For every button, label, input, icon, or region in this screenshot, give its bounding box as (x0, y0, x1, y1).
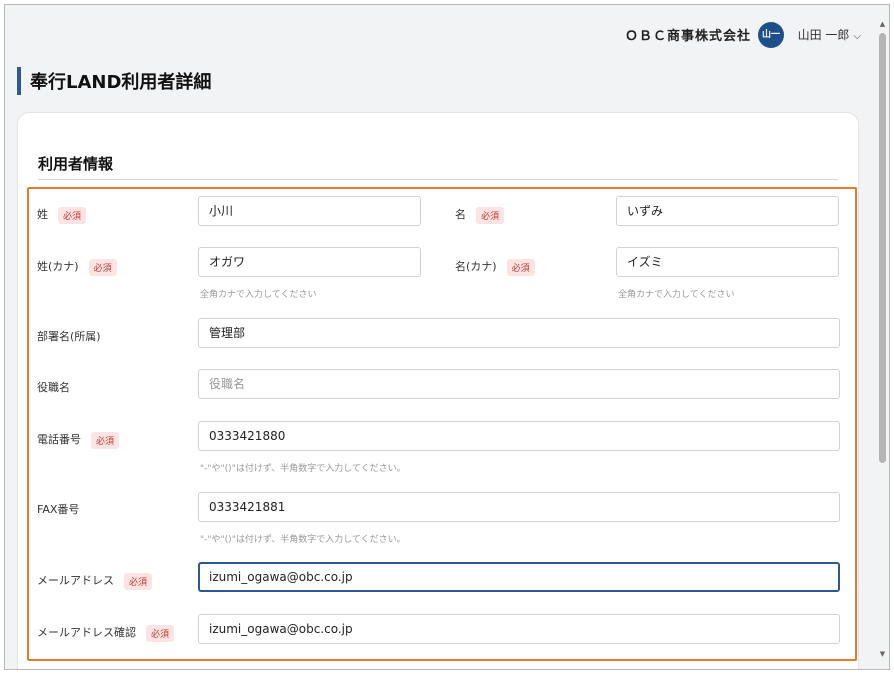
page-title: 奉行LAND利用者詳細 (30, 72, 212, 93)
phone-hint: "-"や"()"は付けず、半角数字で入力してください。 (200, 464, 406, 474)
label-text: 部署名(所属) (37, 330, 101, 343)
user-name: 山田 一郎 (797, 28, 850, 42)
email-input[interactable]: izumi_ogawa@obc.co.jp (198, 562, 840, 592)
field-label-email-confirm: メールアドレス確認 必須 (37, 624, 175, 642)
chevron-down-icon: ⌵ (853, 31, 861, 42)
label-text: 名 (455, 208, 466, 221)
label-text: 役職名 (37, 381, 70, 394)
field-label-department: 部署名(所属) (37, 328, 101, 344)
sei-kana-input[interactable]: オガワ (198, 247, 421, 277)
required-badge: 必須 (476, 206, 505, 224)
field-label-position: 役職名 (37, 379, 70, 395)
required-badge: 必須 (124, 572, 153, 590)
field-label-mei-kana: 名(カナ) 必須 (455, 258, 535, 276)
top-bar: ＯＢＣ商事株式会社 山一 山田 一郎 ⌵ (5, 19, 869, 49)
scroll-down-arrow-icon[interactable]: ▼ (878, 649, 887, 659)
required-badge: 必須 (506, 258, 535, 276)
field-label-phone: 電話番号 必須 (37, 431, 120, 449)
label-text: 姓(カナ) (37, 260, 79, 273)
user-menu[interactable]: 山田 一郎 ⌵ (798, 26, 861, 43)
required-badge: 必須 (146, 624, 175, 642)
scrollbar-thumb[interactable] (879, 33, 886, 463)
sei-kana-hint: 全角カナで入力してください (200, 290, 317, 300)
label-text: 電話番号 (37, 433, 81, 446)
title-accent-bar (17, 67, 21, 95)
field-label-sei: 姓必須 (37, 206, 87, 224)
email-confirm-input[interactable]: izumi_ogawa@obc.co.jp (198, 614, 840, 644)
required-badge: 必須 (88, 258, 117, 276)
label-text: 名(カナ) (455, 260, 497, 273)
app-window: ＯＢＣ商事株式会社 山一 山田 一郎 ⌵ 奉行LAND利用者詳細 利用者情報 姓必… (4, 4, 890, 670)
mei-kana-input[interactable]: イズミ (616, 247, 839, 277)
required-badge: 必須 (91, 431, 120, 449)
sei-input[interactable]: 小川 (198, 196, 421, 226)
section-divider (38, 179, 838, 180)
scroll-up-arrow-icon[interactable]: ▲ (878, 19, 887, 29)
required-badge: 必須 (58, 206, 87, 224)
company-name: ＯＢＣ商事株式会社 (624, 29, 751, 44)
avatar[interactable]: 山一 (758, 22, 784, 48)
phone-input[interactable]: 0333421880 (198, 421, 840, 451)
field-label-email: メールアドレス 必須 (37, 572, 153, 590)
label-text: FAX番号 (37, 503, 80, 516)
label-text: 姓 (37, 208, 48, 221)
label-text: メールアドレス確認 (37, 626, 136, 639)
section-title: 利用者情報 (38, 155, 114, 173)
field-label-fax: FAX番号 (37, 501, 79, 517)
field-label-mei: 名必須 (455, 206, 505, 224)
position-input[interactable]: 役職名 (198, 369, 840, 399)
mei-kana-hint: 全角カナで入力してください (618, 290, 735, 300)
vertical-scrollbar[interactable]: ▲ ▼ (878, 19, 887, 659)
mei-input[interactable]: いずみ (616, 196, 839, 226)
fax-hint: "-"や"()"は付けず、半角数字で入力してください。 (200, 535, 406, 545)
label-text: メールアドレス (37, 574, 114, 587)
fax-input[interactable]: 0333421881 (198, 492, 840, 522)
field-label-sei-kana: 姓(カナ) 必須 (37, 258, 117, 276)
department-input[interactable]: 管理部 (198, 318, 840, 348)
